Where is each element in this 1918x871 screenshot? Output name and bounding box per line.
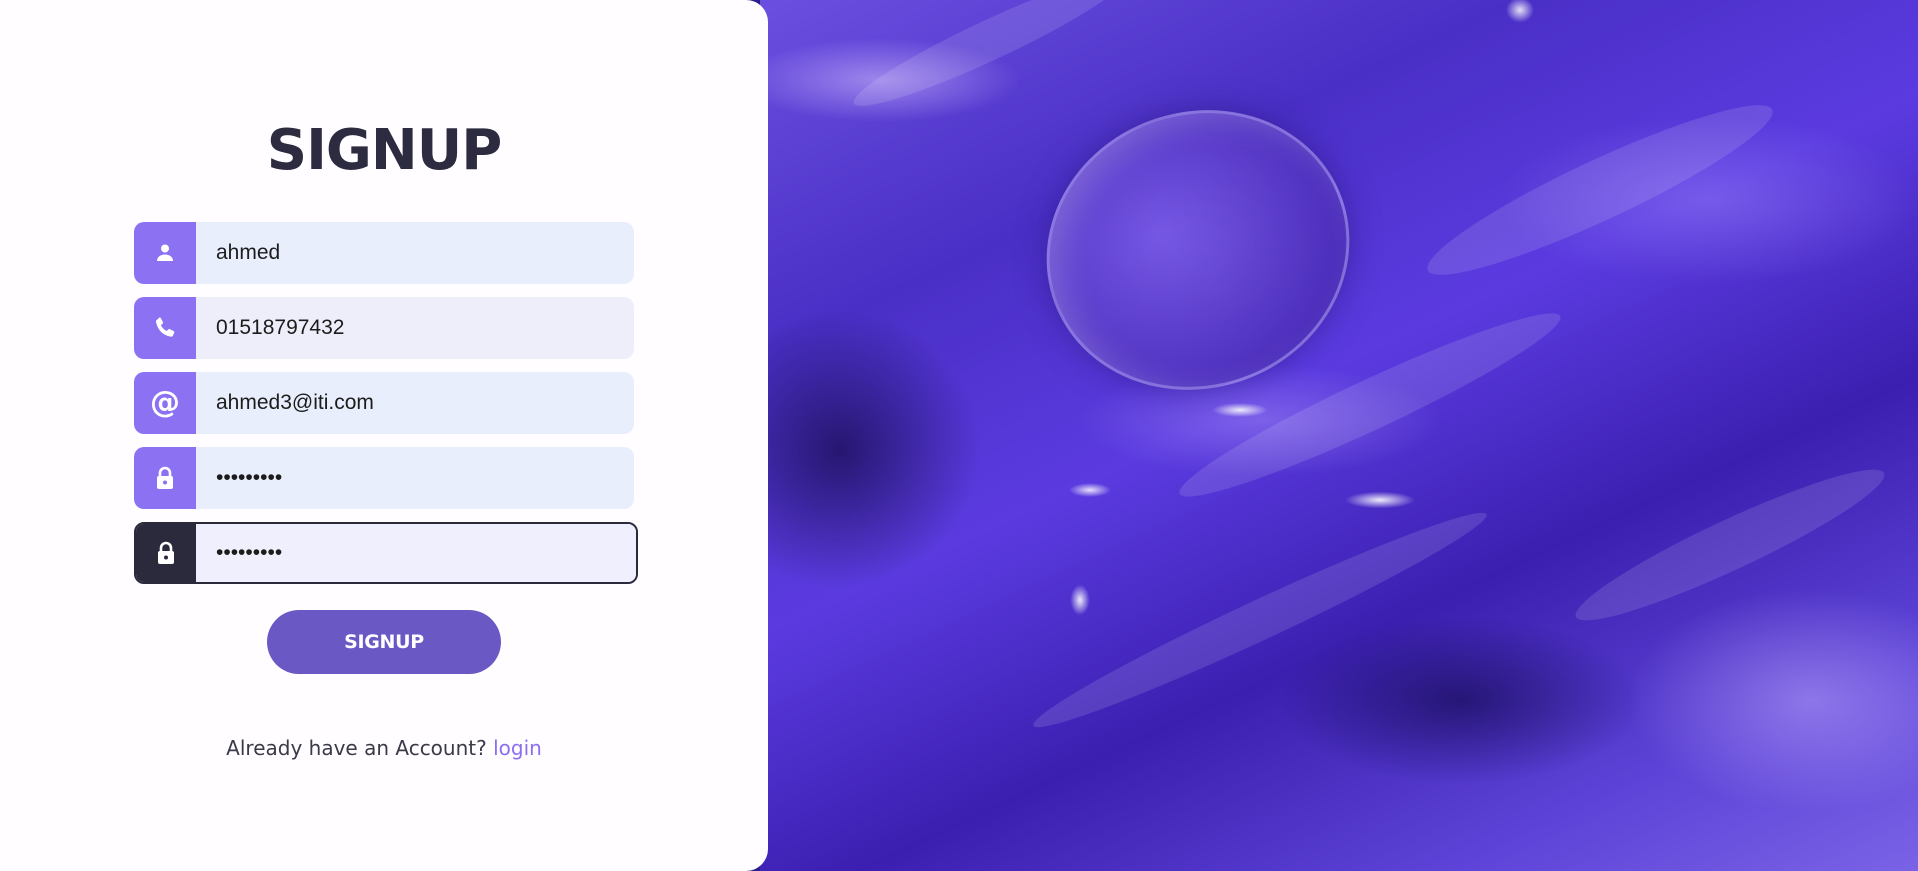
login-prompt-text: Already have an Account? [226, 736, 494, 760]
password-input[interactable] [196, 447, 634, 509]
password-field-group [134, 447, 634, 509]
phone-icon [134, 297, 196, 359]
confirm-password-input[interactable] [196, 524, 636, 582]
username-field-group [134, 222, 634, 284]
username-input[interactable] [196, 222, 634, 284]
signup-page: SIGNUP @ [0, 0, 1918, 871]
user-icon [134, 222, 196, 284]
at-icon: @ [134, 372, 196, 434]
login-prompt: Already have an Account? login [0, 736, 768, 760]
lock-icon [134, 447, 196, 509]
background-artwork [760, 0, 1918, 871]
signup-button[interactable]: SIGNUP [267, 610, 501, 674]
lock-icon [136, 524, 196, 582]
confirm-password-field-group [134, 522, 638, 584]
email-input[interactable] [196, 372, 634, 434]
page-title: SIGNUP [266, 118, 503, 183]
phone-field-group [134, 297, 634, 359]
phone-input[interactable] [196, 297, 634, 359]
login-link[interactable]: login [493, 736, 542, 760]
signup-card: SIGNUP @ [0, 0, 768, 871]
email-field-group: @ [134, 372, 634, 434]
